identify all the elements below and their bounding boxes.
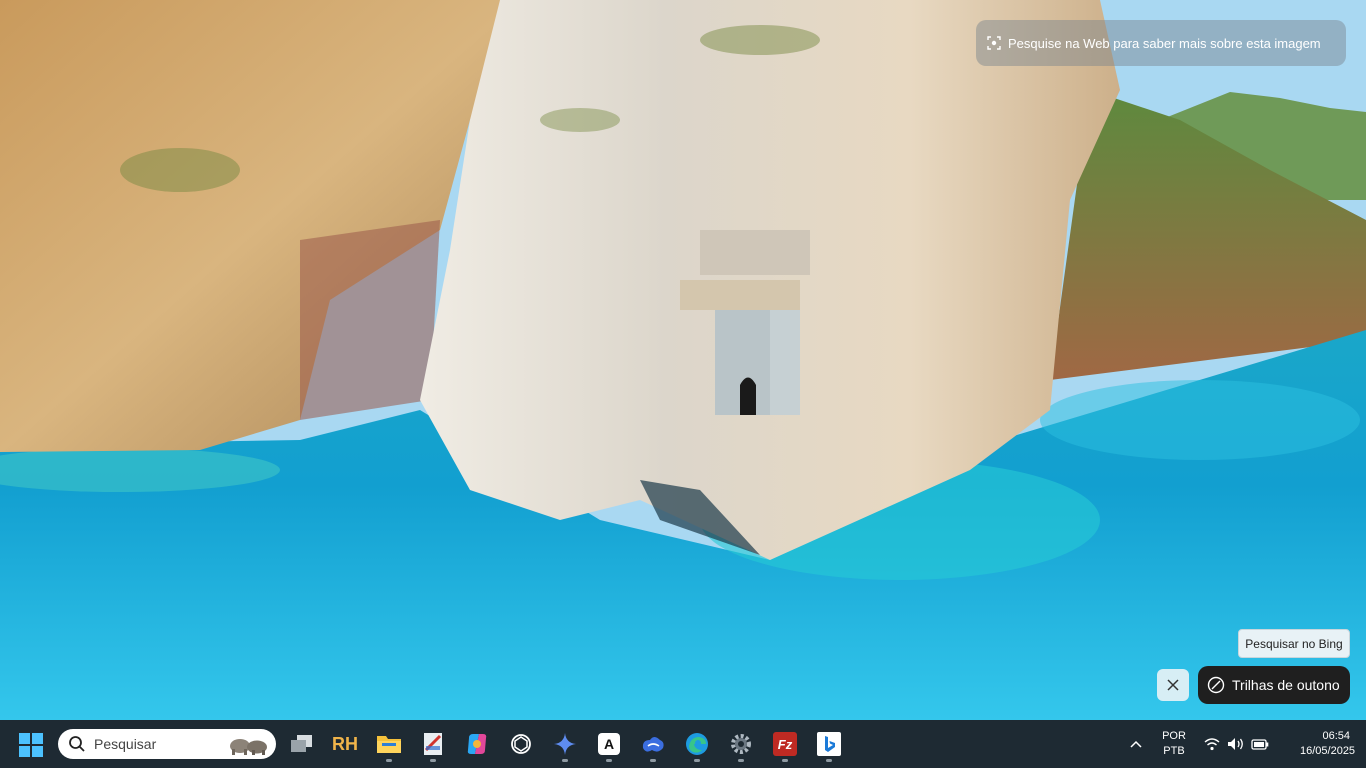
start-button[interactable] xyxy=(18,732,44,758)
rh-app-icon[interactable]: RH xyxy=(331,730,359,758)
close-chip-button[interactable] xyxy=(1157,669,1189,701)
a-app-running-indicator xyxy=(606,759,612,762)
bing-search-tooltip: Pesquisar no Bing xyxy=(1238,629,1350,658)
filezilla-label: Fz xyxy=(773,732,797,756)
battery-icon[interactable] xyxy=(1251,735,1269,753)
taskbar-clock[interactable]: 06:54 16/05/2025 xyxy=(1300,729,1356,761)
show-hidden-icons-button[interactable] xyxy=(1126,734,1146,754)
a-app-icon[interactable]: A xyxy=(595,730,623,758)
search-placeholder: Pesquisar xyxy=(94,736,157,752)
edge-icon[interactable] xyxy=(683,730,711,758)
visual-search-icon xyxy=(986,35,1002,51)
taskbar-search-box[interactable]: Pesquisar xyxy=(58,729,276,759)
desktop-wallpaper xyxy=(0,0,1366,720)
settings-icon[interactable] xyxy=(727,730,755,758)
cloud-app-running-indicator xyxy=(650,759,656,762)
windows-logo-icon xyxy=(19,733,43,757)
gemini-running-indicator xyxy=(562,759,568,762)
search-icon xyxy=(69,736,85,752)
close-icon xyxy=(1167,679,1179,691)
filezilla-icon[interactable]: Fz xyxy=(771,730,799,758)
wifi-icon[interactable] xyxy=(1203,735,1221,753)
filezilla-running-indicator xyxy=(782,759,788,762)
file-explorer-running-indicator xyxy=(386,759,392,762)
web-search-banner-text: Pesquise na Web para saber mais sobre es… xyxy=(1008,35,1321,51)
bing-icon[interactable] xyxy=(815,730,843,758)
edge-running-indicator xyxy=(694,759,700,762)
paint-app-icon[interactable] xyxy=(419,730,447,758)
clock-date: 16/05/2025 xyxy=(1300,745,1356,757)
input-language-indicator[interactable]: POR PTB xyxy=(1156,729,1192,761)
task-view-icon[interactable] xyxy=(288,730,316,758)
a-app-label: A xyxy=(598,733,620,755)
language-code: POR xyxy=(1162,730,1186,742)
keyboard-layout: PTB xyxy=(1163,745,1185,757)
chatgpt-icon[interactable] xyxy=(507,730,535,758)
search-highlight-elephants-icon xyxy=(230,739,267,755)
compass-icon xyxy=(1206,675,1226,695)
wallpaper-landscape xyxy=(0,0,1366,720)
clock-time: 06:54 xyxy=(1322,730,1350,742)
paint-app-running-indicator xyxy=(430,759,436,762)
trail-chip-label: Trilhas de outono xyxy=(1232,677,1340,693)
volume-icon[interactable] xyxy=(1227,735,1245,753)
trail-suggestion-chip[interactable]: Trilhas de outono xyxy=(1198,666,1350,704)
copilot-icon[interactable] xyxy=(463,730,491,758)
chevron-up-icon xyxy=(1130,740,1142,748)
cloud-app-icon[interactable] xyxy=(639,730,667,758)
web-search-banner[interactable]: Pesquise na Web para saber mais sobre es… xyxy=(976,20,1346,66)
bing-running-indicator xyxy=(826,759,832,762)
file-explorer-icon[interactable] xyxy=(375,730,403,758)
settings-running-indicator xyxy=(738,759,744,762)
gemini-icon[interactable] xyxy=(551,730,579,758)
